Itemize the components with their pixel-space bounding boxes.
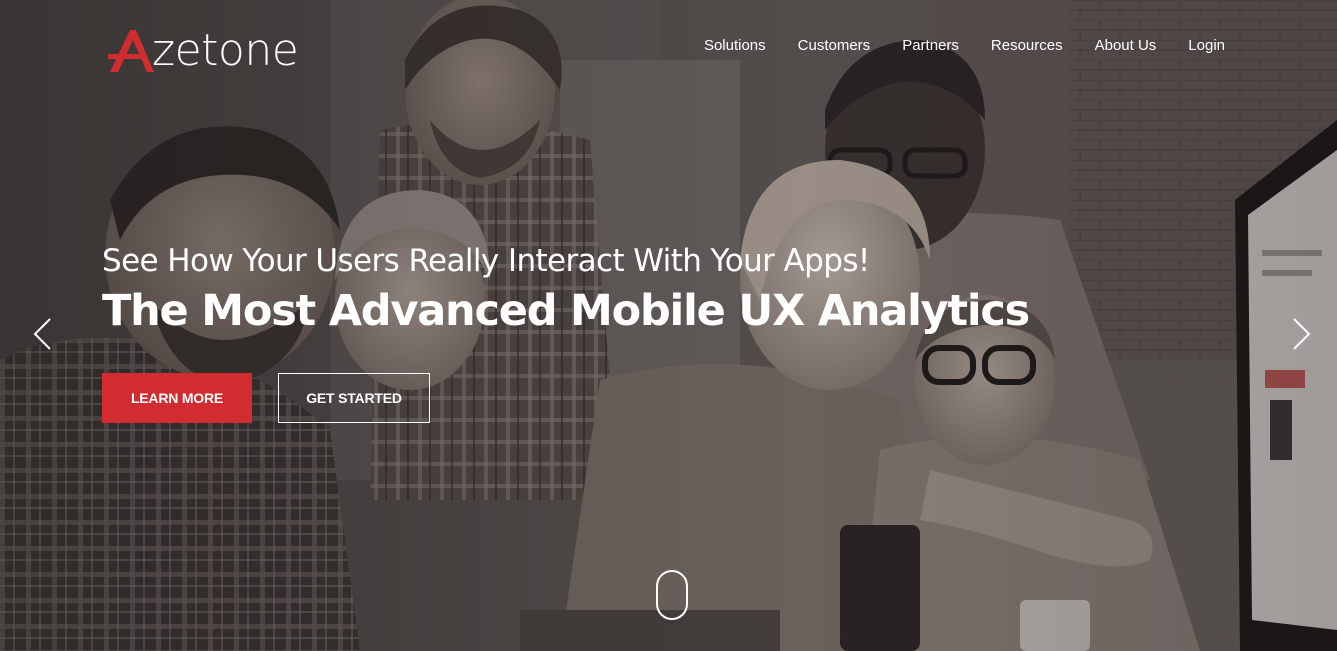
chevron-right-icon[interactable] [1290, 316, 1314, 352]
get-started-button[interactable]: GET STARTED [278, 373, 430, 423]
nav-item-about-us[interactable]: About Us [1095, 36, 1157, 56]
nav-item-solutions[interactable]: Solutions [704, 36, 766, 56]
logo-a-mark-icon [108, 30, 154, 72]
mouse-scroll-icon[interactable] [656, 570, 688, 620]
hero-tagline: See How Your Users Really Interact With … [102, 243, 870, 279]
chevron-left-icon[interactable] [30, 316, 54, 352]
logo-text: zetone [152, 25, 299, 76]
hero-headline: The Most Advanced Mobile UX Analytics [102, 286, 1030, 336]
nav-item-login[interactable]: Login [1188, 36, 1225, 56]
learn-more-button[interactable]: LEARN MORE [102, 373, 252, 423]
nav-item-partners[interactable]: Partners [902, 36, 959, 56]
nav-item-resources[interactable]: Resources [991, 36, 1063, 56]
main-nav: Solutions Customers Partners Resources A… [704, 36, 1225, 56]
hero-section: zetone Solutions Customers Partners Reso… [0, 0, 1337, 651]
brand-logo[interactable]: zetone [106, 22, 299, 76]
nav-item-customers[interactable]: Customers [798, 36, 871, 56]
